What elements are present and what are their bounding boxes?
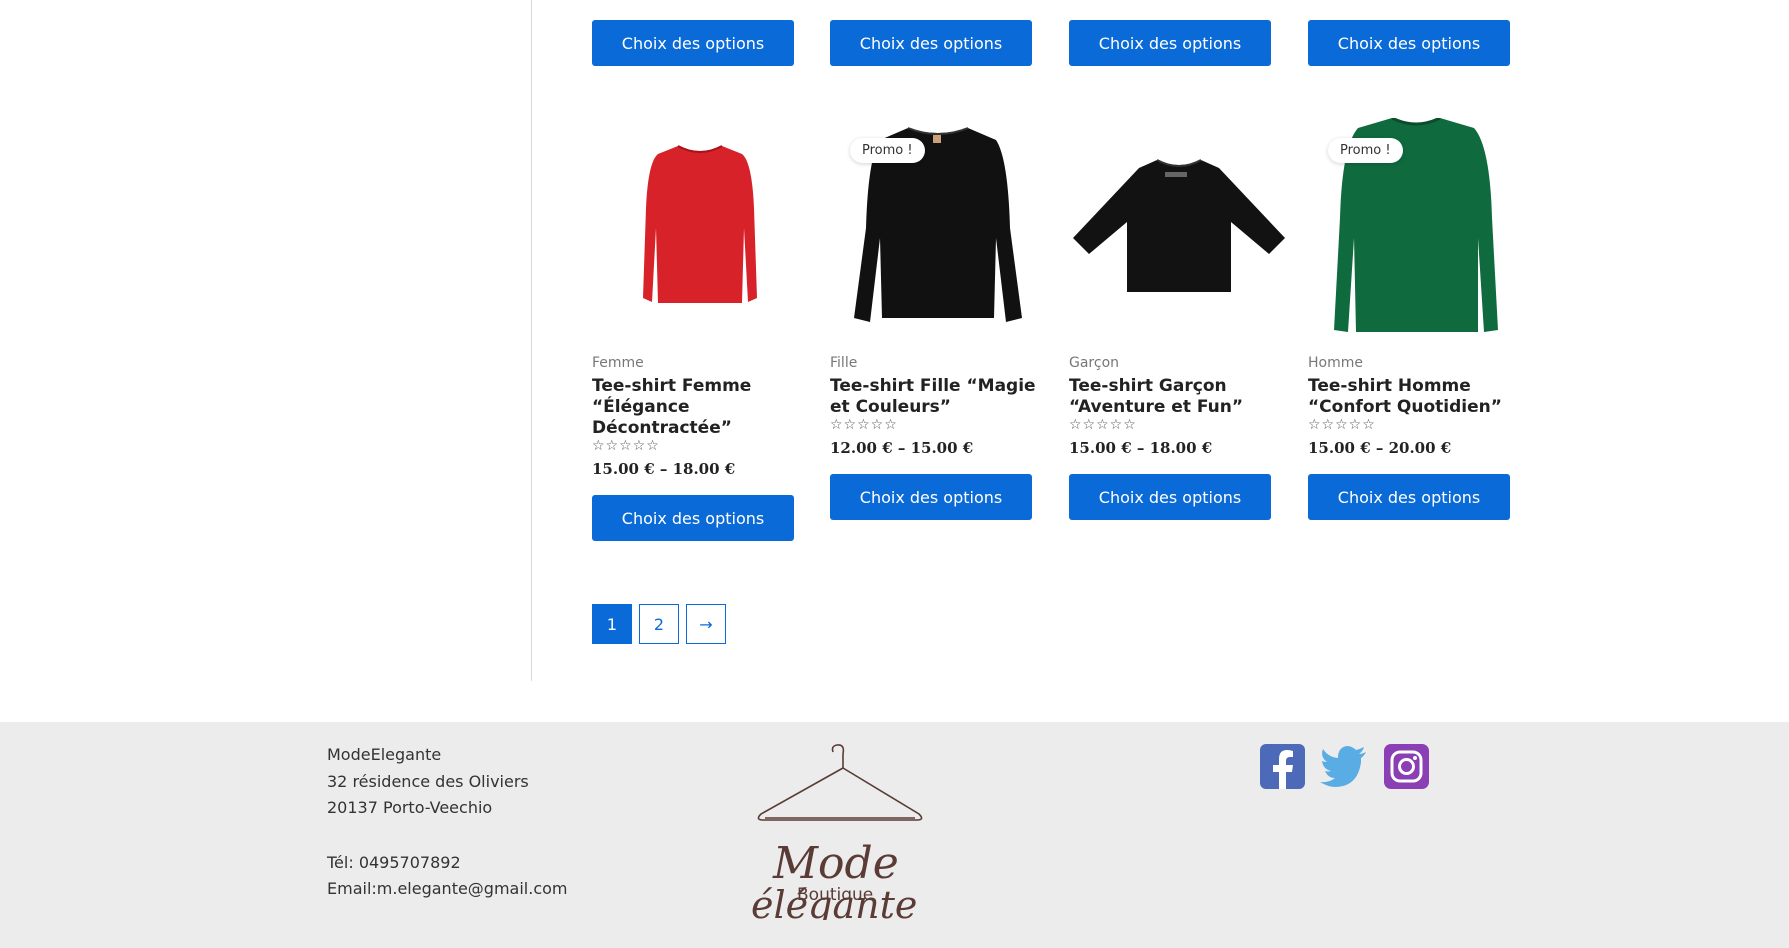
twitter-icon[interactable] [1320,744,1366,789]
promo-badge: Promo ! [1328,138,1403,163]
facebook-icon[interactable] [1260,744,1305,789]
product-price: 12.00 € – 15.00 € [830,439,974,457]
choose-options-button[interactable]: Choix des options [1308,20,1510,66]
product-price: 15.00 € – 18.00 € [1069,439,1213,457]
product-category[interactable]: Femme [592,355,644,371]
phone-number: Tél: 0495707892 [327,852,461,872]
rating-stars: ☆☆☆☆☆ [1069,417,1137,433]
product-image[interactable]: Promo ! [1308,116,1526,343]
choose-options-button[interactable]: Choix des options [592,20,794,66]
choose-options-button[interactable]: Choix des options [830,474,1032,520]
company-name: ModeElegante [327,745,442,764]
choose-options-button[interactable]: Choix des options [592,495,794,541]
choose-options-button[interactable]: Choix des options [830,20,1032,66]
rating-stars: ☆☆☆☆☆ [830,417,898,433]
page-link-2[interactable]: 2 [639,604,679,644]
address-line: 20137 Porto-Veechio [327,798,493,817]
choose-options-button[interactable]: Choix des options [1069,474,1271,520]
product-title[interactable]: Tee-shirt Garçon “Aventure et Fun” [1069,376,1291,418]
instagram-icon[interactable] [1384,744,1429,789]
svg-text:élégante: élégante [751,883,917,920]
product-title[interactable]: Tee-shirt Fille “Magie et Couleurs” [830,376,1052,418]
hanger-icon: Mode Boutique élégante [751,744,923,927]
rating-stars: ☆☆☆☆☆ [1308,417,1376,433]
product-category[interactable]: Fille [830,355,857,371]
address-line: 32 résidence des Oliviers [327,771,529,791]
page-link-1[interactable]: 1 [592,604,632,644]
product-category[interactable]: Homme [1308,355,1363,371]
product-title[interactable]: Tee-shirt Femme “Élégance Décontractée” [592,376,814,439]
rating-stars: ☆☆☆☆☆ [592,438,660,454]
sidebar-divider [531,0,532,681]
choose-options-button[interactable]: Choix des options [1308,474,1510,520]
email-address: Email:m.elegante@gmail.com [327,879,568,898]
product-image[interactable] [592,118,810,343]
product-category[interactable]: Garçon [1069,355,1119,371]
product-title[interactable]: Tee-shirt Homme “Confort Quotidien” [1308,376,1530,418]
pagination: 1 2 → [592,604,726,644]
product-price: 15.00 € – 20.00 € [1308,439,1452,457]
promo-badge: Promo ! [850,138,925,163]
choose-options-button[interactable]: Choix des options [1069,20,1271,66]
svg-text:Mode: Mode [772,838,899,889]
contact-info: ModeElegante 32 résidence des Oliviers 2… [327,742,568,903]
boutique-logo: Mode Boutique élégante [745,740,930,927]
next-page-arrow[interactable]: → [686,604,726,644]
product-price: 15.00 € – 18.00 € [592,460,736,478]
product-image[interactable]: Promo ! [830,118,1048,343]
site-footer: ModeElegante 32 résidence des Oliviers 2… [0,722,1789,948]
product-image[interactable] [1069,118,1287,343]
